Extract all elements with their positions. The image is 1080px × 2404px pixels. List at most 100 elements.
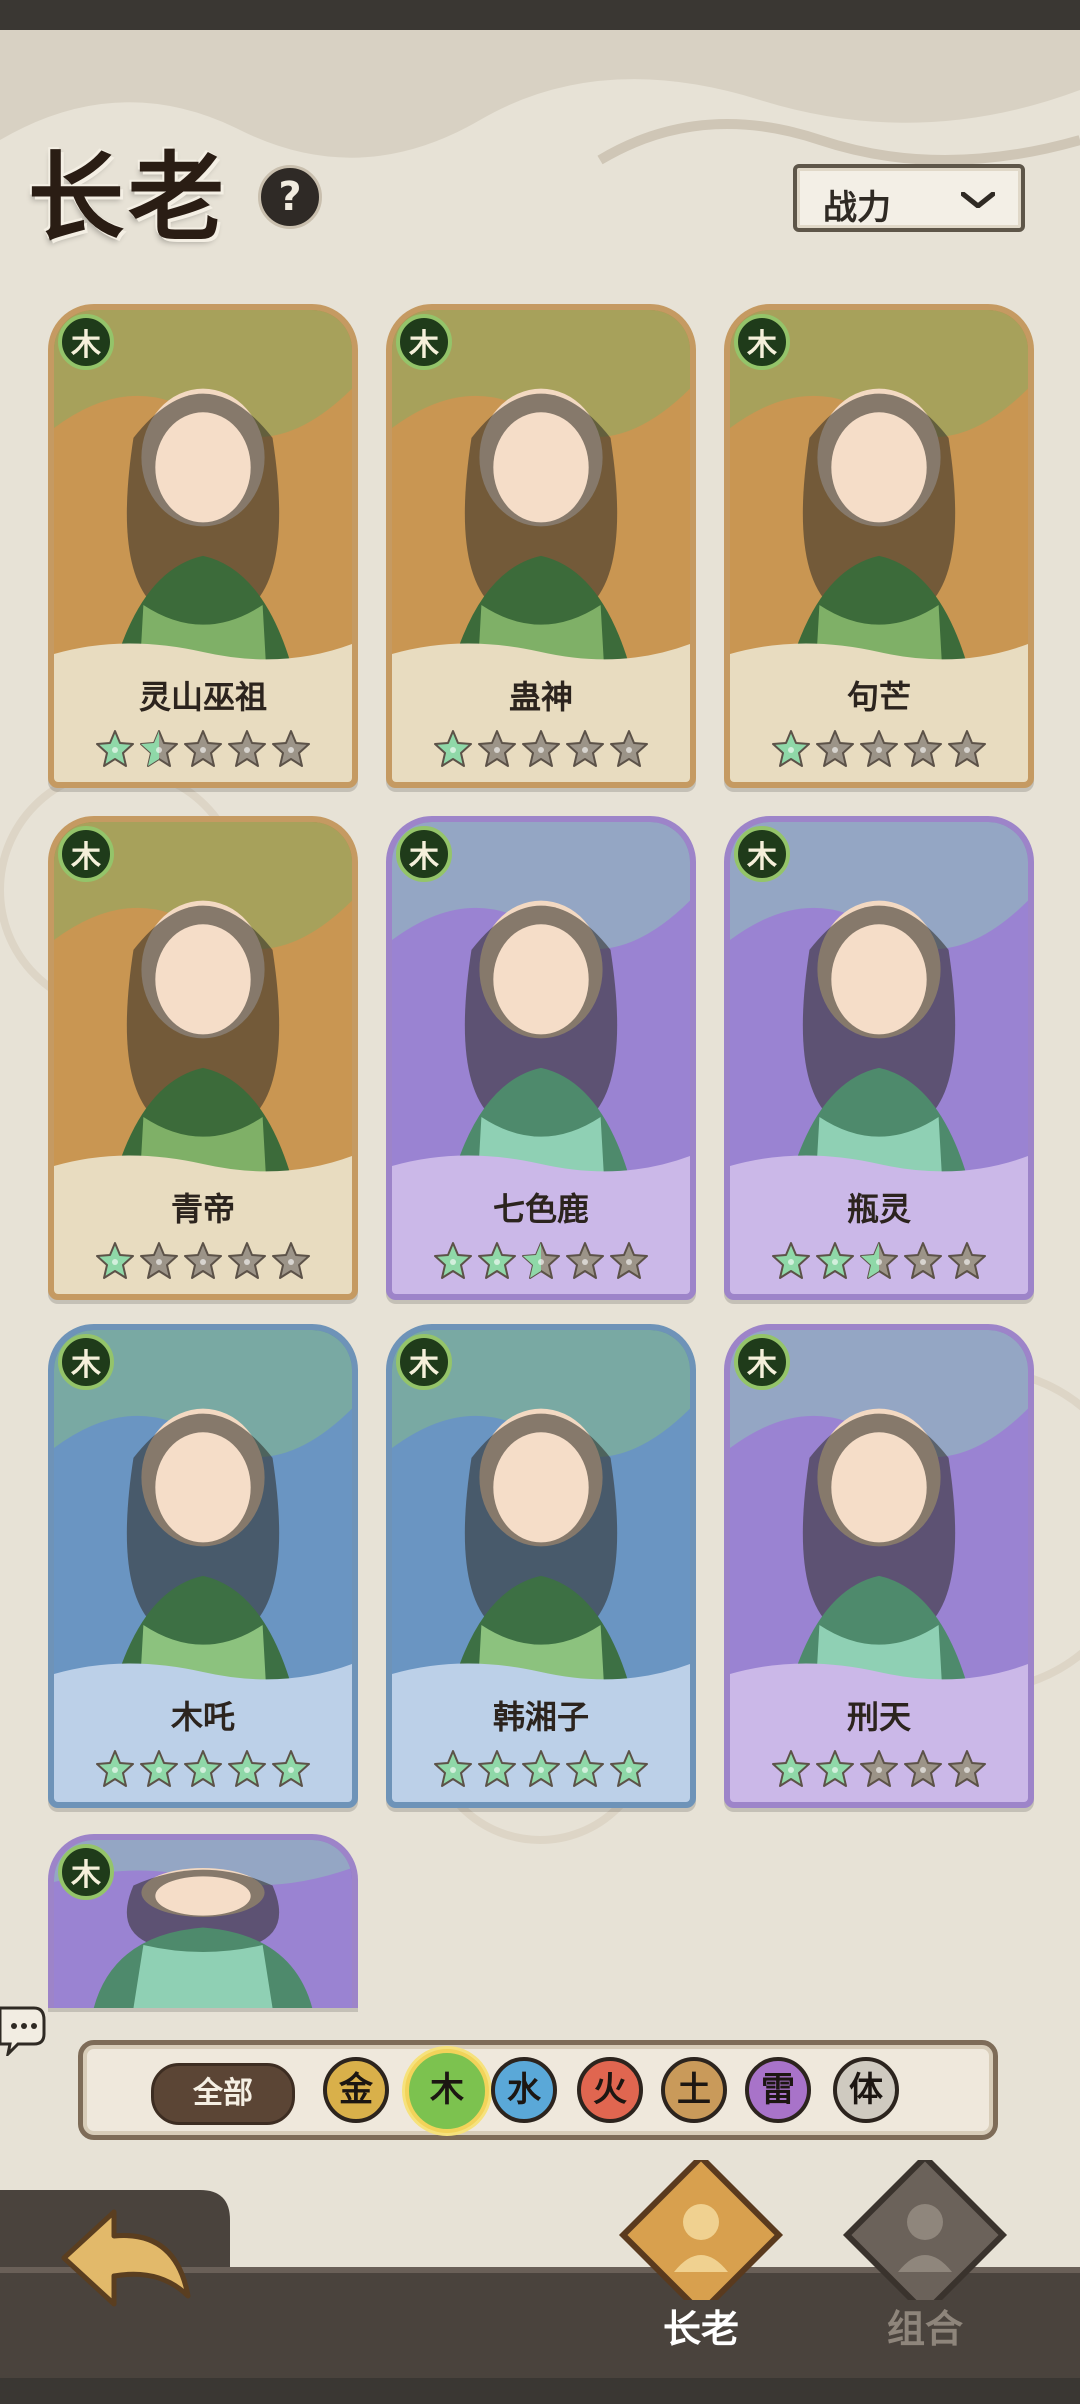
star-filled-icon bbox=[434, 730, 472, 767]
hero-name: 韩湘子 bbox=[492, 1698, 589, 1736]
name-plate-wave bbox=[392, 1155, 690, 1182]
hero-name: 七色鹿 bbox=[492, 1190, 589, 1228]
star-rating bbox=[54, 1748, 352, 1790]
system-nav-strip bbox=[0, 2378, 1080, 2404]
star-filled-icon bbox=[610, 1750, 648, 1787]
star-rating bbox=[730, 728, 1028, 770]
filter-element-1[interactable]: 木 bbox=[405, 2049, 489, 2133]
hero-name: 瓶灵 bbox=[846, 1190, 911, 1228]
element-badge-wood: 木 bbox=[396, 314, 452, 370]
element-filter-bar: 全部 金木水火土雷体 bbox=[78, 2040, 998, 2140]
element-badge-wood: 木 bbox=[734, 1334, 790, 1390]
star-filled-icon bbox=[816, 1242, 854, 1279]
filter-element-6[interactable]: 体 bbox=[833, 2057, 899, 2123]
tab-elders[interactable]: 长老 bbox=[616, 2152, 786, 2360]
sort-dropdown[interactable]: 战力 bbox=[793, 164, 1025, 232]
hero-name: 青帝 bbox=[170, 1190, 235, 1228]
help-button[interactable]: ? bbox=[258, 165, 322, 229]
star-empty-icon bbox=[904, 1750, 942, 1787]
star-rating bbox=[730, 1240, 1028, 1282]
star-filled-icon bbox=[96, 730, 134, 767]
star-filled-icon bbox=[772, 730, 810, 767]
star-rating bbox=[392, 1748, 690, 1790]
star-empty-icon bbox=[860, 730, 898, 767]
name-plate-wave bbox=[392, 1663, 690, 1690]
star-rating bbox=[54, 728, 352, 770]
star-filled-icon bbox=[228, 1750, 266, 1787]
chevron-down-icon bbox=[961, 192, 995, 208]
chat-bubble-icon[interactable] bbox=[0, 2002, 46, 2056]
star-empty-icon bbox=[816, 730, 854, 767]
element-badge-wood: 木 bbox=[58, 1844, 114, 1900]
element-badge-wood: 木 bbox=[396, 1334, 452, 1390]
hero-name: 木吒 bbox=[170, 1698, 235, 1736]
tab-combo-label: 组合 bbox=[886, 2307, 963, 2351]
star-filled-icon bbox=[478, 1750, 516, 1787]
hero-card[interactable]: 木 bbox=[48, 1834, 358, 2008]
star-empty-icon bbox=[228, 730, 266, 767]
star-rating bbox=[392, 1240, 690, 1282]
sort-selected-label: 战力 bbox=[823, 188, 891, 228]
tab-combo[interactable]: 组合 bbox=[840, 2152, 1010, 2360]
hero-name: 蛊神 bbox=[508, 678, 573, 716]
hero-card[interactable]: 木韩湘子 bbox=[386, 1324, 696, 1808]
hero-card[interactable]: 木木吒 bbox=[48, 1324, 358, 1808]
name-plate-wave bbox=[730, 1663, 1028, 1690]
hero-name: 刑天 bbox=[846, 1698, 911, 1736]
star-filled-icon bbox=[96, 1242, 134, 1279]
filter-element-5[interactable]: 雷 bbox=[745, 2057, 811, 2123]
star-empty-icon bbox=[948, 1242, 986, 1279]
back-arrow-icon[interactable] bbox=[56, 2200, 196, 2318]
star-empty-icon bbox=[140, 1242, 178, 1279]
status-bar bbox=[0, 0, 1080, 30]
star-half-icon bbox=[522, 1242, 560, 1279]
element-badge-wood: 木 bbox=[734, 314, 790, 370]
name-plate-wave bbox=[730, 1155, 1028, 1182]
filter-element-3[interactable]: 火 bbox=[577, 2057, 643, 2123]
name-plate-wave bbox=[392, 643, 690, 670]
star-filled-icon bbox=[522, 1750, 560, 1787]
hero-card[interactable]: 木蛊神 bbox=[386, 304, 696, 788]
hero-card[interactable]: 木七色鹿 bbox=[386, 816, 696, 1300]
star-empty-icon bbox=[904, 1242, 942, 1279]
name-plate-wave bbox=[730, 643, 1028, 670]
star-empty-icon bbox=[948, 730, 986, 767]
star-filled-icon bbox=[478, 1242, 516, 1279]
star-empty-icon bbox=[566, 730, 604, 767]
element-badge-wood: 木 bbox=[396, 826, 452, 882]
element-badge-wood: 木 bbox=[58, 826, 114, 882]
combo-tab-icon bbox=[842, 2152, 1008, 2318]
hero-card[interactable]: 木句芒 bbox=[724, 304, 1034, 788]
star-filled-icon bbox=[272, 1750, 310, 1787]
star-filled-icon bbox=[772, 1750, 810, 1787]
name-plate-wave bbox=[54, 643, 352, 670]
element-badge-wood: 木 bbox=[58, 1334, 114, 1390]
hero-card[interactable]: 木刑天 bbox=[724, 1324, 1034, 1808]
star-empty-icon bbox=[184, 730, 222, 767]
star-filled-icon bbox=[772, 1242, 810, 1279]
star-empty-icon bbox=[272, 1242, 310, 1279]
filter-element-2[interactable]: 水 bbox=[491, 2057, 557, 2123]
filter-all-button[interactable]: 全部 bbox=[151, 2063, 295, 2125]
star-half-icon bbox=[860, 1242, 898, 1279]
star-empty-icon bbox=[228, 1242, 266, 1279]
name-plate-wave bbox=[54, 1663, 352, 1690]
filter-element-4[interactable]: 土 bbox=[661, 2057, 727, 2123]
name-plate-wave bbox=[54, 1155, 352, 1182]
hero-card[interactable]: 木灵山巫祖 bbox=[48, 304, 358, 788]
hero-card[interactable]: 木青帝 bbox=[48, 816, 358, 1300]
star-empty-icon bbox=[904, 730, 942, 767]
tab-elders-label: 长老 bbox=[662, 2307, 739, 2351]
star-filled-icon bbox=[434, 1242, 472, 1279]
star-empty-icon bbox=[610, 730, 648, 767]
star-empty-icon bbox=[522, 730, 560, 767]
star-empty-icon bbox=[948, 1750, 986, 1787]
page-title: 长老 bbox=[28, 141, 228, 254]
star-empty-icon bbox=[610, 1242, 648, 1279]
filter-element-0[interactable]: 金 bbox=[323, 2057, 389, 2123]
star-rating bbox=[730, 1748, 1028, 1790]
star-filled-icon bbox=[184, 1750, 222, 1787]
hero-card[interactable]: 木瓶灵 bbox=[724, 816, 1034, 1300]
star-empty-icon bbox=[478, 730, 516, 767]
star-empty-icon bbox=[566, 1242, 604, 1279]
